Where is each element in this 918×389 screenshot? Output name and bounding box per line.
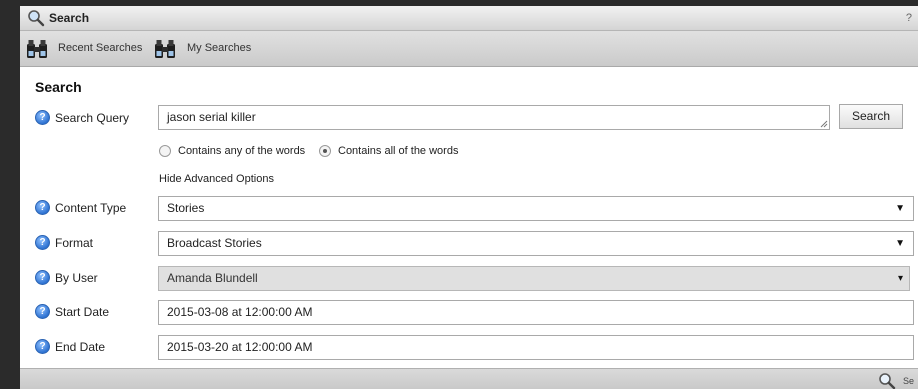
search-query-value: jason serial killer	[167, 110, 256, 124]
content-type-select[interactable]: Stories ▼	[158, 196, 914, 221]
section-heading: Search	[35, 79, 82, 95]
help-icon[interactable]: ?	[35, 235, 50, 250]
help-button[interactable]: ?	[906, 12, 912, 24]
by-user-value: Amanda Blundell	[167, 271, 258, 285]
my-searches-button[interactable]: My Searches	[153, 31, 263, 66]
binoculars-icon	[27, 40, 47, 58]
content-type-value: Stories	[167, 201, 205, 215]
search-query-label: Search Query	[55, 111, 130, 125]
resize-grip-icon[interactable]	[819, 119, 828, 128]
end-date-input[interactable]: 2015-03-20 at 12:00:00 AM	[158, 335, 914, 360]
toolbar: Recent Searches My Searches	[20, 31, 918, 67]
chevron-down-icon: ▼	[895, 238, 905, 249]
format-select[interactable]: Broadcast Stories ▼	[158, 231, 914, 256]
help-icon[interactable]: ?	[35, 339, 50, 354]
help-icon[interactable]: ?	[35, 110, 50, 125]
recent-searches-label: Recent Searches	[58, 42, 143, 54]
contains-all-radio[interactable]	[319, 145, 331, 157]
chevron-down-icon: ▼	[895, 203, 905, 214]
footer-bar: Se	[20, 368, 918, 389]
start-date-label: Start Date	[55, 305, 110, 319]
format-value: Broadcast Stories	[167, 236, 262, 250]
end-date-value: 2015-03-20 at 12:00:00 AM	[167, 340, 313, 354]
contains-all-label: Contains all of the words	[338, 145, 459, 157]
window-title: Search	[49, 11, 90, 25]
end-date-label: End Date	[55, 340, 106, 354]
search-query-input[interactable]: jason serial killer	[158, 105, 830, 130]
contains-any-radio[interactable]	[159, 145, 171, 157]
by-user-label: By User	[55, 271, 98, 285]
start-date-input[interactable]: 2015-03-08 at 12:00:00 AM	[158, 300, 914, 325]
format-label: Format	[55, 236, 94, 250]
recent-searches-button[interactable]: Recent Searches	[25, 31, 147, 66]
contains-any-label: Contains any of the words	[178, 145, 306, 157]
hide-advanced-options-link[interactable]: Hide Advanced Options	[159, 173, 274, 185]
binoculars-icon	[155, 40, 175, 58]
help-icon[interactable]: ?	[35, 304, 50, 319]
by-user-select[interactable]: Amanda Blundell ▾	[158, 266, 910, 291]
title-bar: Search ?	[20, 6, 918, 31]
start-date-value: 2015-03-08 at 12:00:00 AM	[167, 305, 313, 319]
search-panel: Search ? Recent Searches My Searches Sea…	[20, 6, 918, 389]
content-type-label: Content Type	[55, 201, 127, 215]
chevron-down-icon: ▾	[897, 273, 903, 284]
search-icon[interactable]	[878, 372, 896, 389]
footer-search-label[interactable]: Se	[903, 376, 914, 386]
search-icon	[28, 10, 45, 27]
search-button[interactable]: Search	[839, 104, 903, 129]
help-icon[interactable]: ?	[35, 270, 50, 285]
help-icon[interactable]: ?	[35, 200, 50, 215]
my-searches-label: My Searches	[187, 42, 252, 54]
